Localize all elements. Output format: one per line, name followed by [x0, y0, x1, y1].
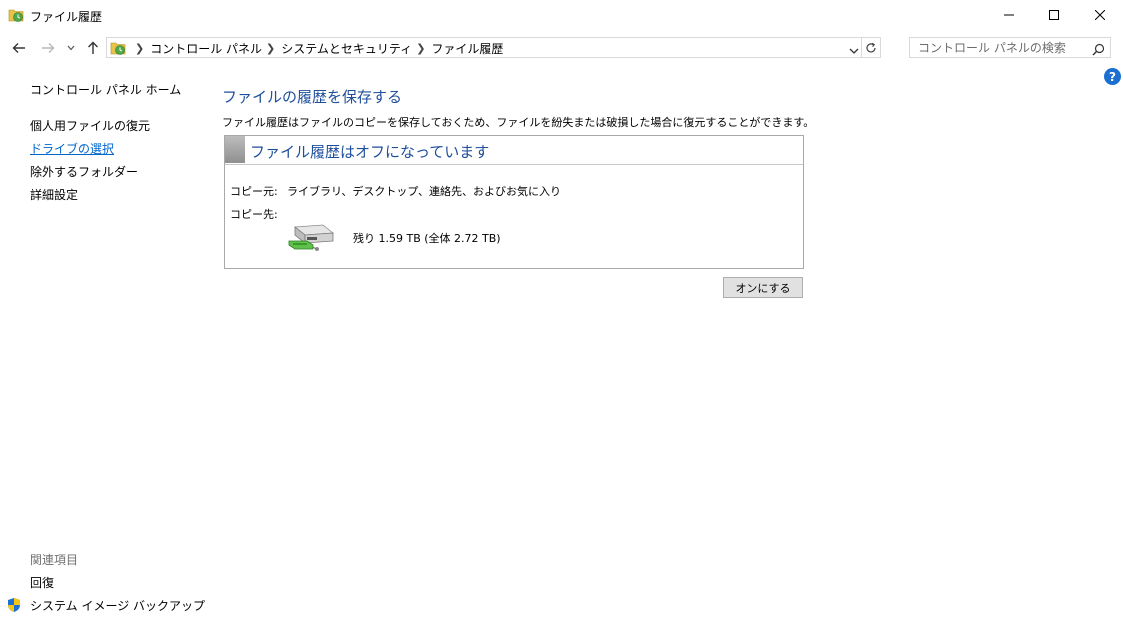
window-title: ファイル履歴	[30, 10, 103, 24]
turn-on-button[interactable]: オンにする	[723, 277, 803, 298]
copy-from-value: ライブラリ、デスクトップ、連絡先、およびお気に入り	[287, 185, 562, 198]
maximize-button[interactable]	[1031, 0, 1077, 30]
arrow-up-icon	[88, 41, 98, 54]
maximize-icon	[1049, 10, 1059, 20]
sidebar-item-restore-personal-files[interactable]: 個人用ファイルの復元	[30, 117, 150, 134]
recent-locations-button[interactable]	[62, 38, 80, 58]
refresh-icon	[866, 42, 876, 52]
breadcrumb-system-security[interactable]: システムとセキュリティ	[281, 40, 412, 57]
refresh-button[interactable]	[861, 37, 880, 58]
copy-to-label: コピー先:	[230, 208, 278, 221]
sidebar-item-advanced-settings[interactable]: 詳細設定	[30, 186, 78, 203]
status-indicator	[225, 136, 245, 163]
search-box	[909, 37, 1111, 58]
breadcrumb-file-history[interactable]: ファイル履歴	[431, 40, 503, 57]
file-history-icon	[8, 7, 24, 23]
search-icon[interactable]	[1092, 41, 1105, 60]
minimize-button[interactable]	[986, 0, 1032, 30]
sidebar-item-select-drive[interactable]: ドライブの選択	[30, 140, 114, 157]
arrow-left-icon	[12, 43, 25, 53]
chevron-down-icon	[849, 48, 859, 54]
address-dropdown-button[interactable]	[848, 42, 860, 54]
shield-icon	[6, 597, 22, 613]
file-history-window: ファイル履歴 ❯ コントロール パネル ❯ システムとセキュリティ ❯ ファイル…	[0, 0, 1123, 635]
page-description: ファイル履歴はファイルのコピーを保存しておくため、ファイルを紛失または破損した場…	[222, 116, 815, 129]
breadcrumb: ❯ コントロール パネル ❯ システムとセキュリティ ❯ ファイル履歴	[131, 40, 503, 57]
drive-space-text: 残り 1.59 TB (全体 2.72 TB)	[353, 232, 501, 245]
chevron-right-icon[interactable]: ❯	[416, 42, 425, 55]
address-bar[interactable]: ❯ コントロール パネル ❯ システムとセキュリティ ❯ ファイル履歴	[106, 37, 881, 58]
minimize-icon	[1004, 14, 1014, 16]
breadcrumb-control-panel[interactable]: コントロール パネル	[150, 40, 262, 57]
chevron-right-icon[interactable]: ❯	[135, 42, 144, 55]
sidebar-item-recovery[interactable]: 回復	[30, 574, 54, 591]
question-icon: ?	[1109, 69, 1116, 84]
navigation-bar: ❯ コントロール パネル ❯ システムとセキュリティ ❯ ファイル履歴	[0, 36, 1123, 60]
status-panel: ファイル履歴はオフになっています コピー元: ライブラリ、デスクトップ、連絡先、…	[224, 135, 804, 269]
page-title: ファイルの履歴を保存する	[222, 88, 403, 106]
drive-icon	[287, 221, 337, 253]
related-header: 関連項目	[30, 553, 79, 567]
status-header: ファイル履歴はオフになっています	[225, 136, 803, 165]
up-button[interactable]	[83, 38, 103, 58]
file-history-icon	[110, 40, 126, 56]
status-text: ファイル履歴はオフになっています	[250, 143, 490, 161]
title-bar: ファイル履歴	[0, 0, 1123, 32]
back-button[interactable]	[9, 38, 29, 58]
sidebar-item-exclude-folders[interactable]: 除外するフォルダー	[30, 163, 138, 180]
help-button[interactable]: ?	[1104, 68, 1121, 85]
search-input[interactable]	[910, 38, 1096, 57]
chevron-down-icon	[67, 45, 75, 51]
arrow-right-icon	[42, 43, 55, 53]
sidebar-item-control-panel-home[interactable]: コントロール パネル ホーム	[30, 81, 181, 98]
copy-from-label: コピー元:	[230, 185, 278, 198]
close-icon	[1095, 10, 1105, 20]
chevron-right-icon[interactable]: ❯	[266, 42, 275, 55]
sidebar-item-system-image-backup[interactable]: システム イメージ バックアップ	[30, 597, 205, 614]
forward-button[interactable]	[38, 38, 58, 58]
close-button[interactable]	[1077, 0, 1123, 30]
